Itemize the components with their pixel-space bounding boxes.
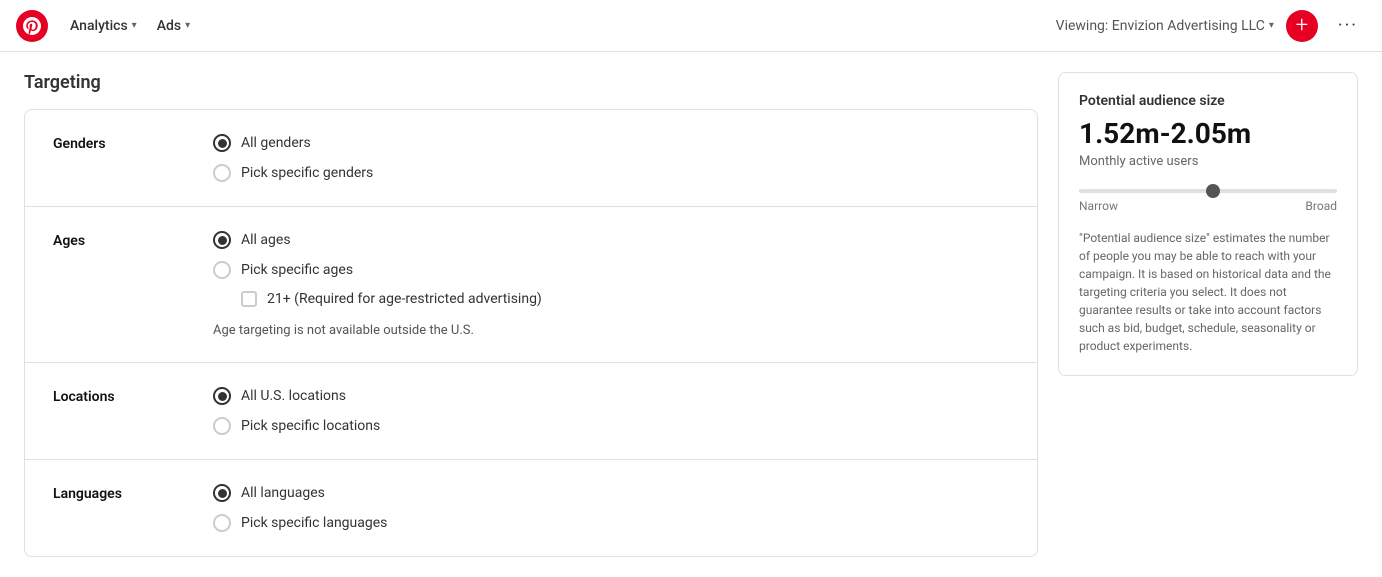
specific-genders-radio[interactable] [213, 164, 231, 182]
age-note: Age targeting is not available outside t… [213, 323, 542, 338]
right-panel: Potential audience size 1.52m-2.05m Mont… [1058, 72, 1358, 557]
ads-chevron-icon: ▾ [185, 20, 190, 31]
all-genders-radio[interactable] [213, 134, 231, 152]
pinterest-logo [16, 10, 48, 42]
all-languages-option[interactable]: All languages [213, 484, 387, 502]
all-genders-label: All genders [241, 135, 311, 151]
slider-broad-label: Broad [1305, 199, 1337, 213]
genders-row: Genders All genders Pick specific gender… [25, 110, 1037, 207]
all-locations-option[interactable]: All U.S. locations [213, 387, 380, 405]
slider-track [1079, 189, 1337, 193]
audience-subtitle: Monthly active users [1079, 154, 1337, 169]
specific-locations-option[interactable]: Pick specific locations [213, 417, 380, 435]
add-button[interactable]: + [1286, 10, 1318, 42]
targeting-card: Genders All genders Pick specific gender… [24, 109, 1038, 557]
viewing-chevron-icon: ▾ [1269, 20, 1274, 31]
specific-locations-radio[interactable] [213, 417, 231, 435]
ages-label: Ages [53, 231, 213, 249]
languages-row: Languages All languages Pick specific la… [25, 460, 1037, 556]
viewing-selector[interactable]: Viewing: Envizion Advertising LLC ▾ [1056, 18, 1274, 34]
age-restricted-checkbox[interactable] [241, 291, 257, 307]
slider-fill [1079, 189, 1221, 193]
specific-ages-radio[interactable] [213, 261, 231, 279]
specific-locations-label: Pick specific locations [241, 418, 380, 434]
languages-label: Languages [53, 484, 213, 502]
all-ages-label: All ages [241, 232, 291, 248]
viewing-text: Viewing: Envizion Advertising LLC [1056, 18, 1265, 34]
age-restricted-option[interactable]: 21+ (Required for age-restricted adverti… [241, 291, 542, 307]
more-options-button[interactable]: ··· [1330, 11, 1366, 40]
all-languages-label: All languages [241, 485, 325, 501]
all-genders-option[interactable]: All genders [213, 134, 373, 152]
analytics-nav-item[interactable]: Analytics ▾ [60, 12, 147, 40]
audience-slider[interactable] [1079, 189, 1337, 193]
genders-label: Genders [53, 134, 213, 152]
languages-options: All languages Pick specific languages [213, 484, 387, 532]
ads-label: Ads [157, 18, 181, 34]
audience-size-card: Potential audience size 1.52m-2.05m Mont… [1058, 72, 1358, 376]
all-locations-radio[interactable] [213, 387, 231, 405]
nav-right: Viewing: Envizion Advertising LLC ▾ + ··… [1056, 10, 1366, 42]
left-panel: Targeting Genders All genders Pick speci… [24, 72, 1038, 557]
specific-genders-option[interactable]: Pick specific genders [213, 164, 373, 182]
audience-card-title: Potential audience size [1079, 93, 1337, 109]
all-ages-option[interactable]: All ages [213, 231, 542, 249]
slider-thumb [1206, 184, 1220, 198]
specific-languages-option[interactable]: Pick specific languages [213, 514, 387, 532]
specific-ages-label: Pick specific ages [241, 262, 353, 278]
ages-options: All ages Pick specific ages 21+ (Require… [213, 231, 542, 338]
all-ages-radio[interactable] [213, 231, 231, 249]
specific-languages-radio[interactable] [213, 514, 231, 532]
page-title: Targeting [24, 72, 1038, 93]
ages-row: Ages All ages Pick specific ages 21+ (Re… [25, 207, 1037, 363]
all-languages-radio[interactable] [213, 484, 231, 502]
all-locations-label: All U.S. locations [241, 388, 346, 404]
locations-options: All U.S. locations Pick specific locatio… [213, 387, 380, 435]
audience-size-value: 1.52m-2.05m [1079, 117, 1337, 150]
locations-row: Locations All U.S. locations Pick specif… [25, 363, 1037, 460]
age-restricted-label: 21+ (Required for age-restricted adverti… [267, 291, 542, 307]
main-container: Targeting Genders All genders Pick speci… [0, 52, 1382, 577]
genders-options: All genders Pick specific genders [213, 134, 373, 182]
slider-labels: Narrow Broad [1079, 199, 1337, 213]
specific-ages-option[interactable]: Pick specific ages [213, 261, 542, 279]
ads-nav-item[interactable]: Ads ▾ [147, 12, 200, 40]
specific-genders-label: Pick specific genders [241, 165, 373, 181]
specific-languages-label: Pick specific languages [241, 515, 387, 531]
locations-label: Locations [53, 387, 213, 405]
analytics-label: Analytics [70, 18, 128, 34]
top-navigation: Analytics ▾ Ads ▾ Viewing: Envizion Adve… [0, 0, 1382, 52]
analytics-chevron-icon: ▾ [132, 20, 137, 31]
slider-narrow-label: Narrow [1079, 199, 1118, 213]
audience-description: "Potential audience size" estimates the … [1079, 229, 1337, 355]
